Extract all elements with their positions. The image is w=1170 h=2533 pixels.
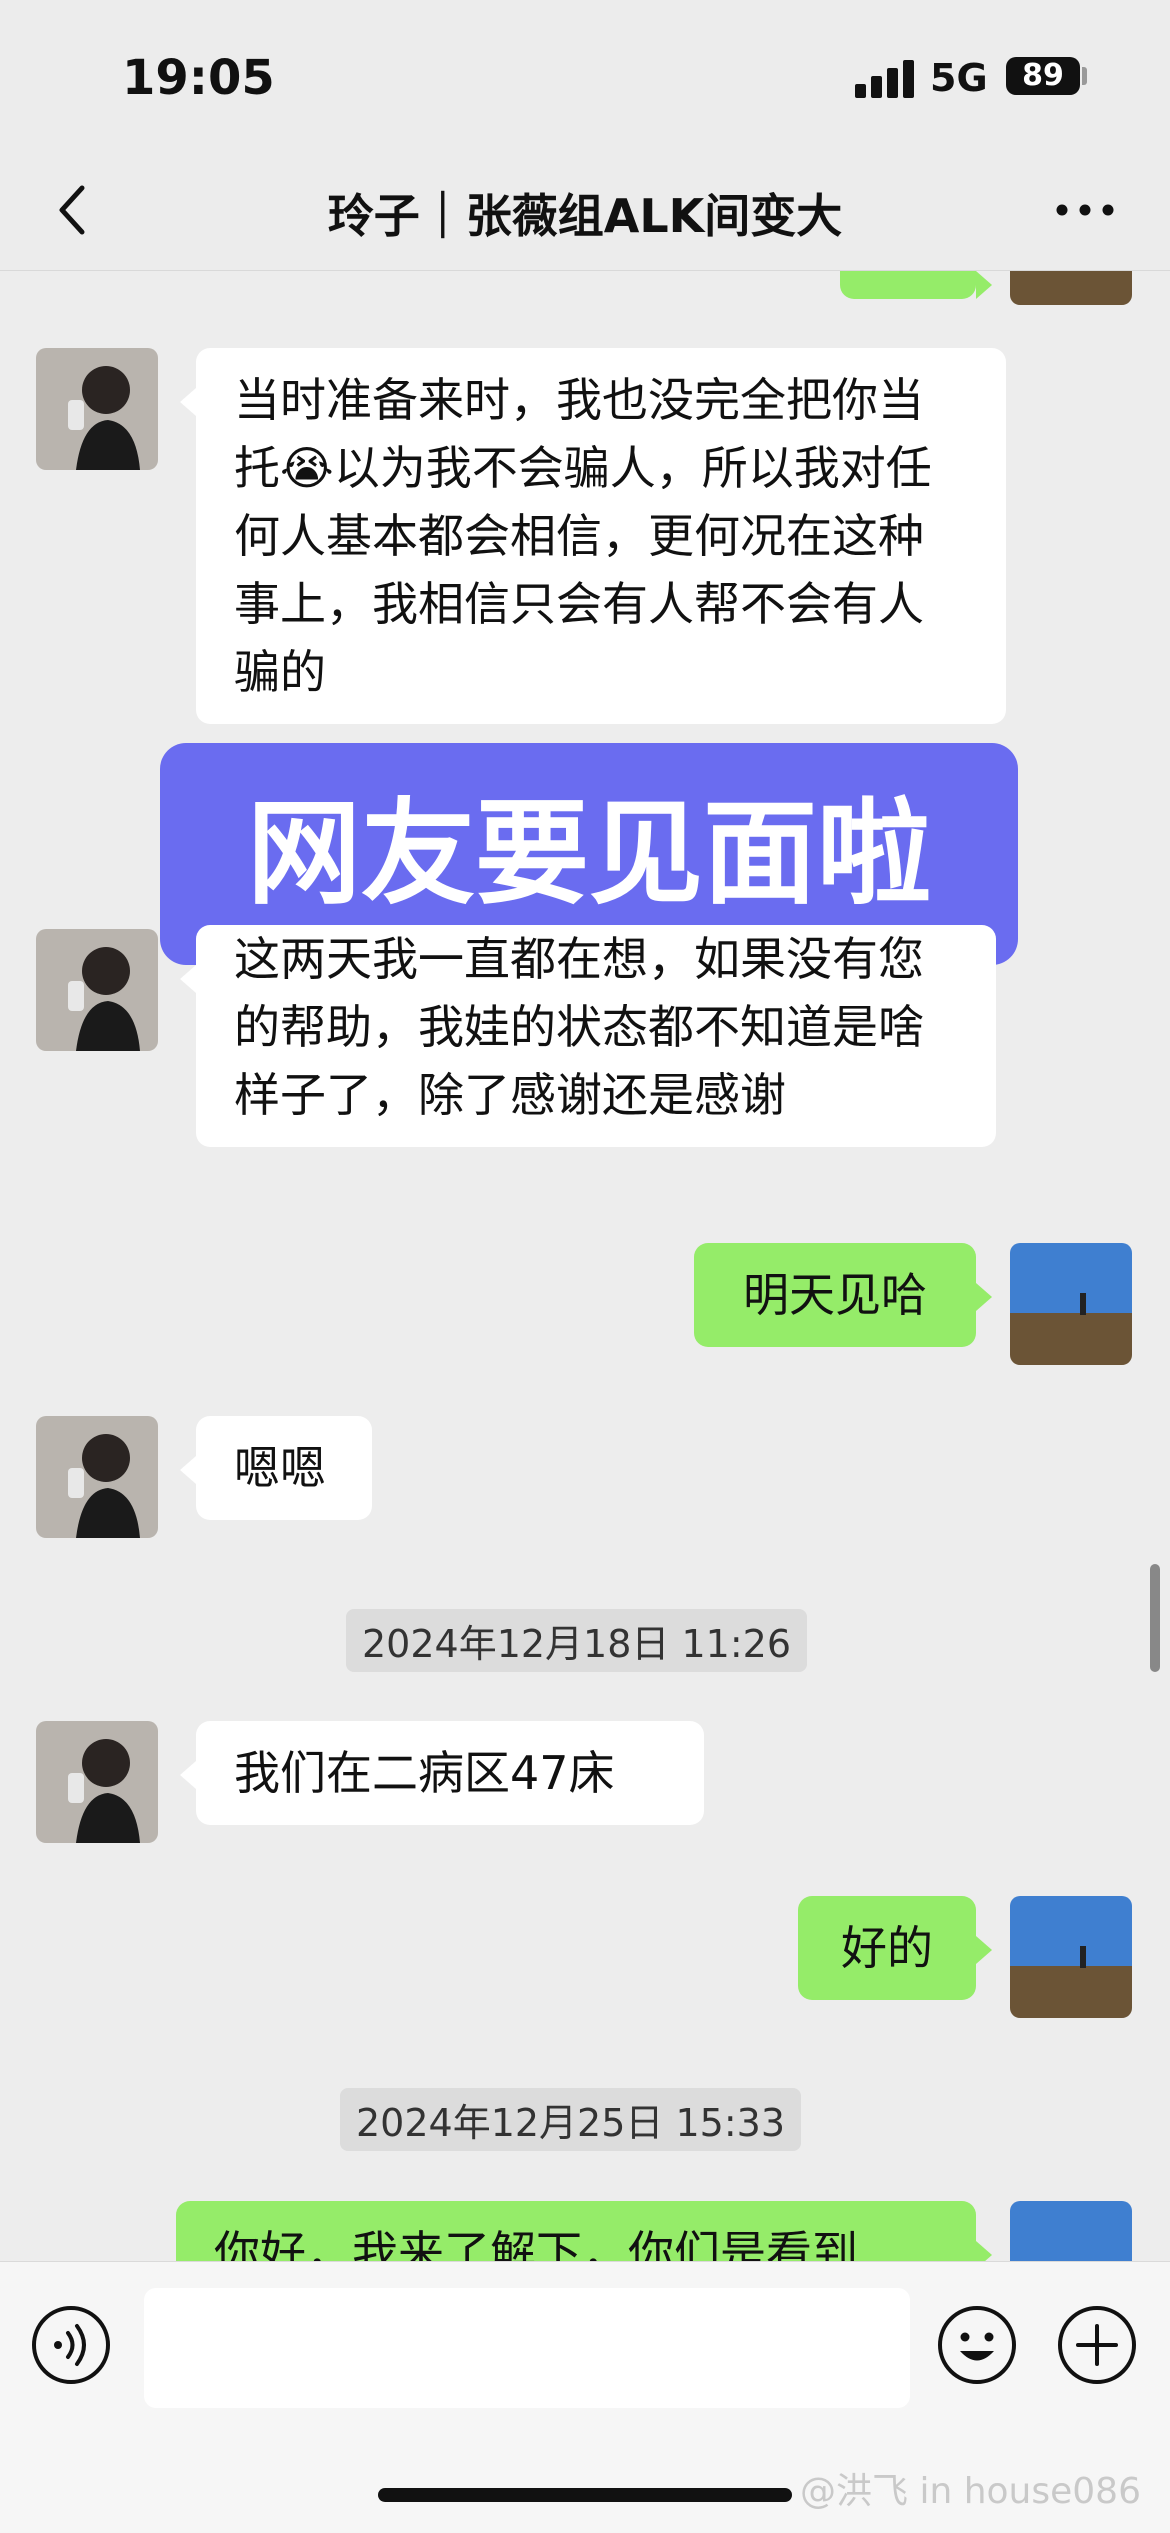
contact-avatar[interactable]: [36, 348, 158, 470]
message-bubble[interactable]: 嗯嗯: [180, 1416, 372, 1520]
message-bubble[interactable]: 明天见哈: [694, 1243, 992, 1347]
chat-header: 玲子｜张薇组ALK间变大: [0, 150, 1170, 271]
watermark: @洪飞 in house086: [800, 2471, 1141, 2512]
more-icon[interactable]: [1050, 180, 1120, 240]
message-bubble-partial[interactable]: [840, 271, 992, 299]
input-bar: @洪飞 in house086: [0, 2261, 1170, 2533]
emoji-icon[interactable]: [936, 2304, 1018, 2386]
message-input[interactable]: [144, 2288, 910, 2408]
status-bar: 19:05 5G 89: [0, 0, 1170, 150]
message-bubble[interactable]: 当时准备来时，我也没完全把你当托😭以为我不会骗人，所以我对任何人基本都会相信，更…: [180, 348, 1006, 724]
contact-avatar[interactable]: [36, 929, 158, 1051]
signal-icon: [855, 60, 915, 98]
status-time: 19:05: [122, 50, 275, 106]
message-bubble[interactable]: 这两天我一直都在想，如果没有您的帮助，我娃的状态都不知道是啥样子了，除了感谢还是…: [180, 925, 996, 1147]
timestamp: 2024年12月25日 15:33: [340, 2088, 802, 2151]
message-bubble[interactable]: 我们在二病区47床: [180, 1721, 704, 1825]
contact-avatar[interactable]: [36, 1416, 158, 1538]
voice-icon[interactable]: [30, 2304, 112, 2386]
self-avatar[interactable]: [1010, 1243, 1132, 1365]
message-bubble[interactable]: 你好，我来了解下，你们是看到: [176, 2201, 992, 2261]
battery-tip: [1082, 67, 1087, 85]
contact-avatar[interactable]: [36, 1721, 158, 1843]
timestamp: 2024年12月18日 11:26: [346, 1609, 808, 1672]
message-list[interactable]: 当时准备来时，我也没完全把你当托😭以为我不会骗人，所以我对任何人基本都会相信，更…: [0, 271, 1170, 2261]
message-bubble[interactable]: 好的: [798, 1896, 992, 2000]
self-avatar[interactable]: [1010, 271, 1132, 305]
chat-title: 玲子｜张薇组ALK间变大: [327, 189, 843, 243]
home-indicator[interactable]: [378, 2488, 792, 2502]
self-avatar[interactable]: [1010, 2201, 1132, 2261]
battery-icon: 89: [1006, 57, 1080, 95]
scrollbar[interactable]: [1150, 1564, 1160, 1672]
back-icon[interactable]: [46, 180, 106, 240]
self-avatar[interactable]: [1010, 1896, 1132, 2018]
plus-icon[interactable]: [1056, 2304, 1138, 2386]
network-type: 5G: [930, 56, 988, 100]
